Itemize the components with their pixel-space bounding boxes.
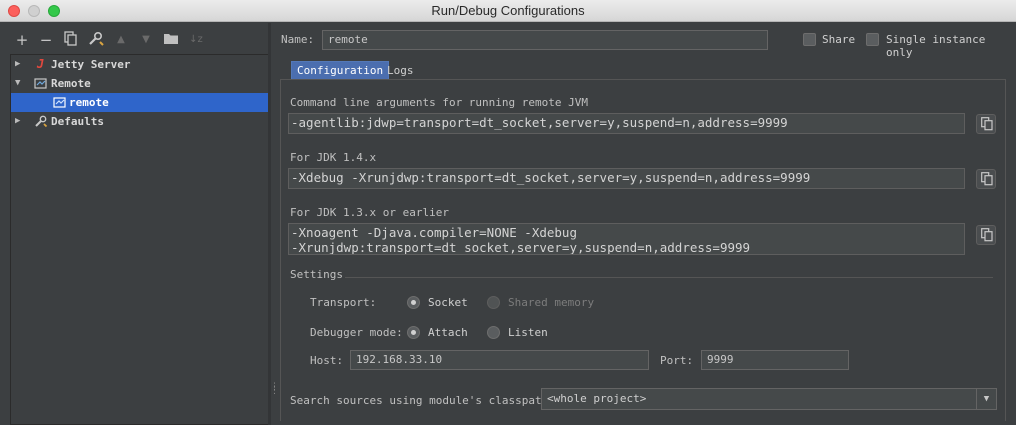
- cmd-args-label: Command line arguments for running remot…: [290, 96, 589, 109]
- mode-attach-radio[interactable]: [407, 326, 420, 339]
- settings-divider: [345, 277, 993, 278]
- transport-shared-memory-radio[interactable]: [487, 296, 500, 309]
- copy-icon: [981, 117, 993, 131]
- host-input[interactable]: 192.168.33.10: [350, 350, 649, 370]
- settings-heading: Settings: [290, 268, 343, 281]
- transport-shared-memory-label: Shared memory: [508, 296, 595, 309]
- tree-item-label: Remote: [51, 77, 91, 90]
- expand-arrow-icon[interactable]: ▶: [15, 55, 20, 74]
- move-down-icon[interactable]: ▼: [137, 31, 155, 49]
- jdk13-field[interactable]: -Xnoagent -Djava.compiler=NONE -Xdebug -…: [288, 223, 965, 255]
- transport-socket-label: Socket: [428, 296, 468, 309]
- chevron-down-icon[interactable]: ▼: [976, 389, 996, 409]
- tree-item-label: remote: [69, 96, 109, 109]
- copy-configuration-icon[interactable]: [62, 31, 80, 49]
- jdk14-field[interactable]: -Xdebug -Xrunjdwp:transport=dt_socket,se…: [288, 168, 965, 189]
- copy-jdk14-button[interactable]: [976, 169, 996, 189]
- copy-jdk13-button[interactable]: [976, 225, 996, 245]
- tree-item-label: Jetty Server: [51, 58, 131, 71]
- name-input[interactable]: remote: [322, 30, 768, 50]
- tab-logs[interactable]: Logs: [382, 62, 419, 80]
- collapse-arrow-icon[interactable]: ▼: [15, 74, 20, 93]
- single-instance-label: Single instance only: [886, 33, 986, 59]
- transport-socket-radio[interactable]: [407, 296, 420, 309]
- classpath-label: Search sources using module's classpath:: [290, 394, 555, 407]
- window-title: Run/Debug Configurations: [431, 3, 585, 18]
- tree-item-defaults[interactable]: ▶ Defaults: [11, 112, 268, 131]
- tree-item-remote[interactable]: remote: [11, 93, 268, 112]
- splitter-grip-icon[interactable]: ⋮ ⋮: [270, 383, 279, 396]
- classpath-select[interactable]: <whole project> ▼: [541, 388, 997, 410]
- configurations-sidebar: + − ▲ ▼ ↓z ▶ J Jetty Server ▼ Remote rem…: [0, 23, 268, 425]
- single-instance-checkbox[interactable]: [866, 33, 879, 46]
- sidebar-toolbar: + − ▲ ▼ ↓z: [0, 29, 268, 51]
- title-bar: Run/Debug Configurations: [0, 0, 1016, 22]
- classpath-selected-value: <whole project>: [547, 392, 647, 405]
- share-label: Share: [822, 33, 856, 46]
- remove-icon[interactable]: −: [37, 31, 55, 49]
- edit-defaults-wrench-icon[interactable]: [87, 31, 105, 49]
- copy-icon: [981, 172, 993, 186]
- name-label: Name:: [281, 33, 315, 46]
- cmd-args-field[interactable]: -agentlib:jdwp=transport=dt_socket,serve…: [288, 113, 965, 134]
- transport-label: Transport:: [310, 296, 377, 309]
- port-label: Port:: [660, 354, 694, 367]
- sort-az-icon[interactable]: ↓z: [187, 31, 205, 49]
- tab-configuration[interactable]: Configuration: [291, 61, 390, 79]
- configurations-tree[interactable]: ▶ J Jetty Server ▼ Remote remote ▶ Defau…: [10, 54, 268, 425]
- port-input[interactable]: 9999: [701, 350, 849, 370]
- remote-config-icon: [53, 96, 66, 109]
- defaults-wrench-icon: [34, 115, 48, 128]
- tree-item-label: Defaults: [51, 115, 104, 128]
- mode-listen-radio[interactable]: [487, 326, 500, 339]
- jdk13-label: For JDK 1.3.x or earlier: [290, 206, 449, 219]
- copy-icon: [981, 228, 993, 242]
- share-checkbox[interactable]: [803, 33, 816, 46]
- move-up-icon[interactable]: ▲: [112, 31, 130, 49]
- tree-item-jetty-server[interactable]: ▶ J Jetty Server: [11, 55, 268, 74]
- debugger-mode-label: Debugger mode:: [310, 326, 403, 339]
- jdk14-label: For JDK 1.4.x: [290, 151, 377, 164]
- expand-arrow-icon[interactable]: ▶: [15, 112, 20, 131]
- copy-cmd-args-button[interactable]: [976, 114, 996, 134]
- mode-attach-label: Attach: [428, 326, 468, 339]
- remote-config-icon: [34, 77, 47, 90]
- folder-icon[interactable]: [162, 31, 180, 49]
- mode-listen-label: Listen: [508, 326, 548, 339]
- jetty-icon: J: [36, 57, 45, 71]
- tree-item-remote-group[interactable]: ▼ Remote: [11, 74, 268, 93]
- add-icon[interactable]: +: [13, 31, 31, 49]
- panel-splitter[interactable]: [268, 23, 271, 425]
- host-label: Host:: [310, 354, 344, 367]
